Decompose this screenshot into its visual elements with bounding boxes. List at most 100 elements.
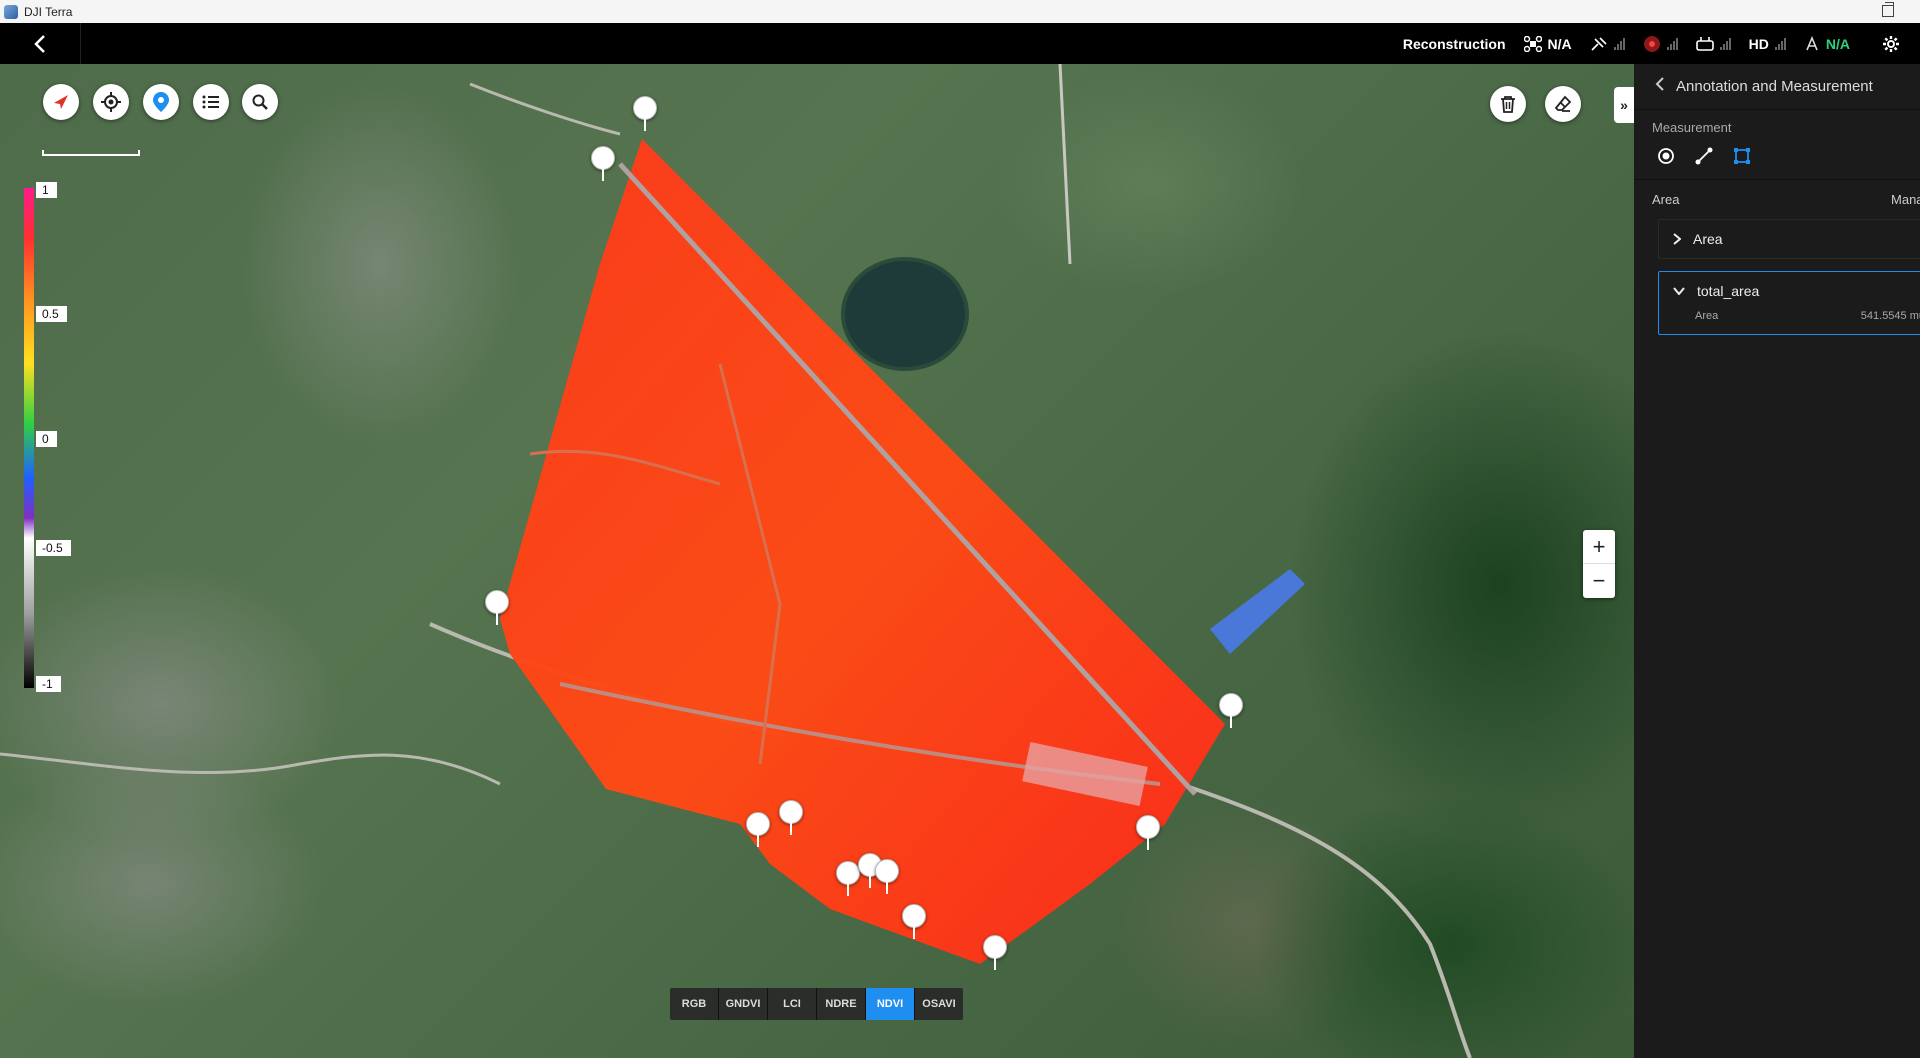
list-icon [202, 95, 219, 109]
point-tool-icon [1658, 148, 1674, 164]
map-overlay [0, 64, 1472, 1058]
status-row: Reconstruction N/A HD N/A [1403, 23, 1920, 64]
chevron-left-icon [34, 34, 45, 53]
area-tool-icon [1734, 148, 1750, 164]
panel-back-button[interactable] [1642, 77, 1676, 96]
band-rgb[interactable]: RGB [670, 988, 719, 1020]
line-tool-button[interactable] [1694, 146, 1714, 166]
remote-controller [1695, 36, 1731, 52]
top-toolbar: Reconstruction N/A HD N/A [0, 23, 1920, 64]
road [1179, 782, 1472, 1058]
video-quality-label: HD [1748, 35, 1769, 52]
compass-button[interactable] [43, 84, 79, 120]
back-button[interactable] [0, 23, 81, 64]
panel-header: Annotation and Measurement [1634, 64, 1920, 110]
legend-color-bar [24, 188, 34, 688]
drone-status-value: N/A [1547, 35, 1572, 52]
collapse-panel-button[interactable]: » [1614, 87, 1634, 123]
measurement-pin[interactable] [875, 859, 899, 894]
list-button[interactable] [193, 84, 229, 120]
rtk-icon [1806, 35, 1818, 50]
area-section-label: Area [1652, 192, 1680, 207]
controller-signal-bars [1719, 37, 1731, 50]
location-pin-button[interactable] [143, 84, 179, 120]
road [0, 752, 501, 786]
total-area-sub-label: Area [1695, 310, 1719, 322]
manage-button[interactable]: Manage [1891, 192, 1920, 207]
point-tool-button[interactable] [1656, 146, 1676, 166]
band-osavi[interactable]: OSAVI [915, 988, 963, 1020]
locate-icon [101, 92, 121, 112]
video-quality: HD [1749, 36, 1786, 52]
measurement-pin[interactable] [746, 812, 770, 847]
measurement-pin[interactable] [1219, 693, 1243, 728]
road [1058, 64, 1072, 265]
total-area-group[interactable]: total_area Area 541.5545 mu [1658, 271, 1920, 335]
legend-tick-0: 0 [36, 431, 57, 447]
delete-button[interactable] [1490, 86, 1526, 122]
measurement-pin[interactable] [902, 904, 926, 939]
measurement-pin[interactable] [485, 590, 509, 625]
compass-icon [54, 95, 68, 109]
area-group-label: Area [1693, 231, 1723, 247]
legend-tick-neg-0-5: -0.5 [36, 540, 71, 556]
band-ndre[interactable]: NDRE [817, 988, 866, 1020]
restore-window-icon[interactable] [1882, 2, 1894, 17]
area-section-header: Area Manage [1634, 180, 1920, 207]
building [1210, 569, 1305, 654]
gps-signal-bars [1613, 37, 1625, 50]
locate-button[interactable] [93, 84, 129, 120]
band-ndvi[interactable]: NDVI [866, 988, 915, 1020]
measure-tools [1634, 145, 1920, 167]
annotation-panel: Annotation and Measurement Measurement A… [1634, 64, 1920, 1058]
video-signal-bars [1774, 37, 1786, 50]
zoom-in-button[interactable]: + [1583, 530, 1615, 564]
measurement-pin[interactable] [633, 96, 657, 131]
measurement-pin[interactable] [983, 935, 1007, 970]
controller-icon [1695, 36, 1714, 51]
total-area-value: 541.5545 mu [1860, 310, 1920, 322]
pond [841, 257, 969, 371]
panel-title: Annotation and Measurement [1676, 78, 1873, 95]
rtk-status-value: N/A [1825, 35, 1850, 52]
legend-tick-0-5: 0.5 [36, 306, 67, 322]
measurement-pin[interactable] [836, 861, 860, 896]
mode-label: Reconstruction [1402, 35, 1506, 52]
area-group[interactable]: Area [1658, 219, 1920, 259]
chevron-down-icon [1673, 287, 1685, 295]
settings-button[interactable] [1882, 35, 1900, 53]
measurement-label: Measurement [1652, 120, 1732, 135]
search-icon [252, 94, 268, 110]
delete-icon [1501, 96, 1515, 113]
area-tool-button[interactable] [1732, 146, 1752, 166]
band-gndvi[interactable]: GNDVI [719, 988, 768, 1020]
window-title-bar: DJI Terra [0, 0, 1920, 24]
gps-signal [1590, 36, 1625, 52]
area-group-header[interactable]: Area [1659, 220, 1920, 258]
search-button[interactable] [242, 84, 278, 120]
location-pin-icon [153, 92, 169, 112]
total-area-header[interactable]: total_area [1659, 272, 1920, 310]
record-indicator [1643, 35, 1678, 53]
total-area-measurement: Area 541.5545 mu [1659, 310, 1920, 334]
map-scale-bar [42, 150, 140, 156]
window-title: DJI Terra [24, 4, 73, 19]
measurement-pin[interactable] [1136, 815, 1160, 850]
legend-tick-neg-1: -1 [36, 676, 61, 692]
road [469, 82, 621, 136]
ndvi-field-overlay [500, 139, 1225, 964]
legend-tick-1: 1 [36, 182, 57, 198]
rc-signal-bars [1666, 37, 1678, 50]
measurement-pin[interactable] [591, 146, 615, 181]
gear-icon [1883, 35, 1899, 52]
satellite-icon [1591, 36, 1607, 51]
app-logo-icon [4, 4, 18, 19]
eraser-button[interactable] [1545, 86, 1581, 122]
map-view[interactable]: 1 0.5 0 -0.5 -1 » + − [0, 64, 1634, 1058]
drone-status: N/A [1523, 35, 1572, 52]
band-lci[interactable]: LCI [768, 988, 817, 1020]
measurement-pin[interactable] [779, 800, 803, 835]
zoom-out-button[interactable]: − [1583, 564, 1615, 598]
drone-icon [1523, 35, 1542, 52]
rtk-status: N/A [1804, 35, 1850, 52]
